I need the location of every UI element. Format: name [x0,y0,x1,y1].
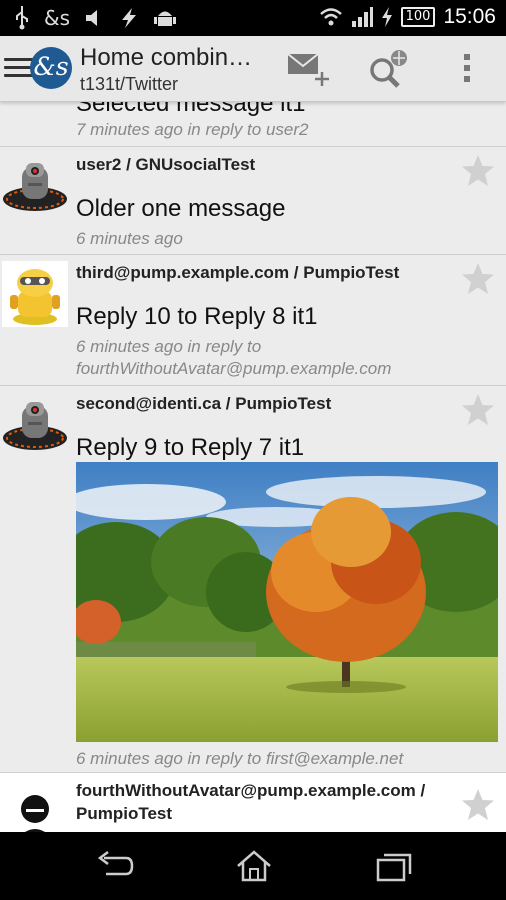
status-bar: &s 100 15:06 [0,0,506,36]
message-body: Reply 9 to Reply 7 it1 [76,434,305,461]
search-button[interactable] [364,48,412,90]
message-meta: 6 minutes ago in reply to [76,337,262,356]
timeline-list[interactable]: Selected message it1 7 minutes ago in re… [0,102,506,832]
app-logo[interactable]: &s [30,47,72,89]
account-name[interactable]: t131t/Twitter [80,74,178,95]
mute-icon [86,10,98,26]
attached-image[interactable] [76,462,498,742]
favorite-star-icon[interactable] [460,261,496,297]
compose-button[interactable] [284,48,332,90]
usb-icon [16,6,28,30]
message-body: Reply 10 to Reply 8 it1 [76,303,318,330]
robot-avatar[interactable] [2,392,68,458]
message-meta: 6 minutes ago in reply to first@example.… [76,749,404,768]
flash-icon [122,8,137,28]
back-icon[interactable] [94,848,134,884]
message-author: fourthWithoutAvatar@pump.example.com / [76,781,426,800]
message-body: Selected message it1 [76,102,306,117]
message-author-continued: PumpioTest [76,804,173,823]
system-nav-bar [0,832,506,900]
list-item[interactable]: user2 / GNUsocialTest Older one message … [0,147,506,255]
search-icon [370,50,407,88]
signal-icon [351,7,373,27]
favorite-star-icon[interactable] [460,787,496,823]
ampersand-icon: &s [44,6,71,30]
message-author: user2 / GNUsocialTest [76,155,256,174]
list-item[interactable]: second@identi.ca / PumpioTest Reply 9 to… [0,386,506,773]
wifi-icon [319,8,342,26]
list-item[interactable]: third@pump.example.com / PumpioTest Repl… [0,255,506,386]
overflow-menu-button[interactable] [452,48,482,90]
yellow-robot-avatar[interactable] [2,261,68,327]
favorite-star-icon[interactable] [460,392,496,428]
message-author: third@pump.example.com / PumpioTest [76,263,400,282]
robot-avatar[interactable] [2,153,68,219]
action-bar: &s Home combin… t131t/Twitter [0,36,506,102]
default-user-avatar[interactable] [2,779,68,832]
recent-apps-icon[interactable] [374,848,414,884]
home-icon[interactable] [234,848,274,884]
message-body: Older one message [76,195,286,222]
list-item[interactable]: fourthWithoutAvatar@pump.example.com / P… [0,773,506,832]
battery-level: 100 [400,7,436,27]
timeline-title[interactable]: Home combin… [80,44,252,72]
message-meta: 6 minutes ago [76,229,183,248]
message-meta-reply-to: fourthWithoutAvatar@pump.example.com [76,359,392,378]
charging-icon [381,7,392,27]
message-meta: 7 minutes ago in reply to user2 [76,120,309,139]
favorite-star-icon[interactable] [460,153,496,189]
compose-icon [287,53,329,86]
clock: 15:06 [443,5,496,28]
android-icon [154,11,177,26]
list-item[interactable]: Selected message it1 7 minutes ago in re… [0,102,506,147]
message-author: second@identi.ca / PumpioTest [76,394,332,413]
